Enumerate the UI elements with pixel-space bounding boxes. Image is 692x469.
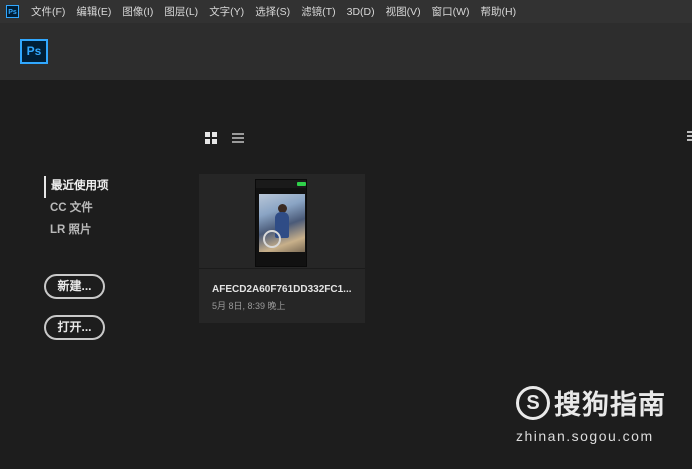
recent-file-card[interactable]: AFECD2A60F761DD332FC1... 5月 8日, 8:39 晚上 xyxy=(199,174,365,323)
thumbnail-status-bar xyxy=(256,180,306,188)
photo-bicycle-wheel xyxy=(263,230,281,248)
watermark-brand: 搜狗指南 xyxy=(554,390,666,420)
thumbnail-photo xyxy=(259,194,305,252)
recent-file-date: 5月 8日, 8:39 晚上 xyxy=(212,301,286,311)
menu-file[interactable]: 文件(F) xyxy=(31,4,65,19)
watermark: S 搜狗指南 xyxy=(516,383,666,422)
menu-select[interactable]: 选择(S) xyxy=(255,4,290,19)
menu-help[interactable]: 帮助(H) xyxy=(481,4,517,19)
photoshop-app-icon[interactable]: Ps xyxy=(6,5,19,18)
start-header: Ps xyxy=(0,23,692,80)
edge-menu-icon[interactable] xyxy=(687,131,692,143)
new-button[interactable]: 新建... xyxy=(44,274,105,299)
thumbnail-badge xyxy=(297,182,306,186)
menu-filter[interactable]: 滤镜(T) xyxy=(301,4,335,19)
open-button[interactable]: 打开... xyxy=(44,315,105,340)
menu-edit[interactable]: 编辑(E) xyxy=(76,4,111,19)
menu-image[interactable]: 图像(I) xyxy=(122,4,153,19)
sogou-logo-icon: S xyxy=(516,385,550,420)
menu-bar: Ps 文件(F) 编辑(E) 图像(I) 图层(L) 文字(Y) 选择(S) 滤… xyxy=(0,0,692,23)
list-view-icon[interactable] xyxy=(232,132,244,144)
card-thumbnail-area xyxy=(199,174,365,268)
watermark-url: zhinan.sogou.com xyxy=(516,428,654,444)
recent-file-name: AFECD2A60F761DD332FC1... xyxy=(212,284,352,295)
menu-3d[interactable]: 3D(D) xyxy=(347,6,375,18)
nav-lr-photos[interactable]: LR 照片 xyxy=(44,220,109,242)
grid-view-icon[interactable] xyxy=(205,132,217,144)
file-thumbnail xyxy=(255,179,307,267)
card-divider xyxy=(199,268,365,269)
menu-layer[interactable]: 图层(L) xyxy=(164,4,198,19)
nav-cc-files[interactable]: CC 文件 xyxy=(44,198,109,220)
view-toggles xyxy=(205,132,244,144)
menu-type[interactable]: 文字(Y) xyxy=(209,4,244,19)
start-nav: 最近使用项 CC 文件 LR 照片 xyxy=(44,176,109,242)
menu-view[interactable]: 视图(V) xyxy=(386,4,421,19)
photoshop-logo: Ps xyxy=(20,39,48,64)
nav-recent[interactable]: 最近使用项 xyxy=(44,176,109,198)
menu-window[interactable]: 窗口(W) xyxy=(432,4,470,19)
